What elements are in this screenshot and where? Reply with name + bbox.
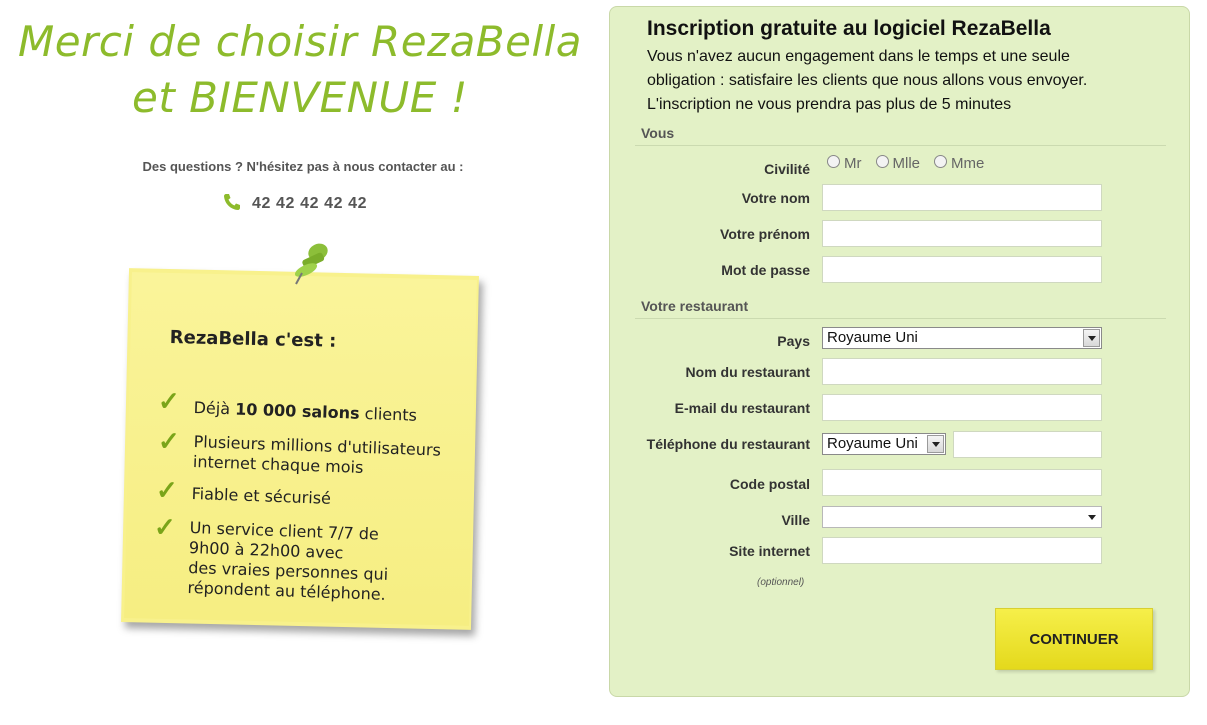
resto-email-label: E-mail du restaurant (674, 400, 810, 416)
civilite-radio-group: Mr Mlle Mme (827, 155, 984, 172)
continue-button[interactable]: CONTINUER (995, 608, 1153, 670)
phone-icon (222, 192, 242, 217)
section-vous: Vous (641, 125, 675, 141)
radio-mlle-label: Mlle (892, 155, 921, 172)
radio-mme[interactable]: Mme (934, 155, 984, 172)
postal-input[interactable] (822, 469, 1102, 496)
pays-select-value: Royaume Uni (827, 329, 918, 346)
radio-mr-label: Mr (844, 155, 862, 172)
chevron-down-icon (927, 435, 944, 453)
civilite-label: Civilité (764, 161, 810, 177)
check-icon: ✓ (158, 386, 180, 416)
note-item-1-pre: Déjà (193, 398, 236, 419)
radio-mr[interactable]: Mr (827, 155, 862, 172)
phone-country-select[interactable]: Royaume Uni (822, 433, 946, 455)
section-restaurant: Votre restaurant (641, 298, 749, 314)
password-input[interactable] (822, 256, 1102, 283)
radio-mlle[interactable]: Mlle (875, 155, 921, 172)
form-desc-line-2: obligation : satisfaire les clients que … (647, 72, 1088, 89)
section-divider (635, 318, 1166, 319)
welcome-line-2: et BIENVENUE ! (132, 73, 468, 122)
pushpin-icon (284, 240, 344, 295)
welcome-heading: Merci de choisir RezaBella et BIENVENUE … (0, 14, 600, 126)
password-label: Mot de passe (721, 262, 810, 278)
phone-country-value: Royaume Uni (827, 435, 918, 452)
site-label: Site internet (729, 543, 810, 559)
nom-input[interactable] (822, 184, 1102, 211)
phone-number: 42 42 42 42 42 (252, 195, 368, 212)
check-icon: ✓ (156, 475, 178, 505)
nom-label: Votre nom (741, 190, 810, 206)
form-desc-line-1: Vous n'avez aucun engagement dans le tem… (647, 48, 1070, 65)
form-title: Inscription gratuite au logiciel RezaBel… (647, 17, 1051, 40)
pays-select[interactable]: Royaume Uni (822, 327, 1102, 349)
note-title: RezaBella c'est : (169, 327, 337, 352)
section-divider (635, 145, 1166, 146)
phone-row: 42 42 42 42 42 (222, 192, 367, 216)
chevron-down-icon (1083, 329, 1100, 347)
check-icon: ✓ (158, 426, 180, 456)
note-item-1-post: clients (359, 403, 418, 425)
chevron-down-icon (1083, 508, 1100, 526)
resto-email-input[interactable] (822, 394, 1102, 421)
note-item-4: Un service client 7/7 de 9h00 à 22h00 av… (187, 518, 390, 605)
postal-label: Code postal (729, 476, 810, 492)
welcome-line-1: Merci de choisir RezaBella (17, 17, 583, 66)
note-item-1-bold: 10 000 salons (234, 399, 360, 423)
ville-label: Ville (781, 512, 810, 528)
note-item-2: Plusieurs millions d'utilisateurs intern… (193, 432, 442, 481)
optional-note: (optionnel) (757, 577, 805, 588)
resto-phone-label: Téléphone du restaurant (646, 436, 810, 452)
resto-phone-input[interactable] (953, 431, 1102, 458)
form-description: Vous n'avez aucun engagement dans le tem… (647, 45, 1167, 117)
ville-select[interactable] (822, 506, 1102, 528)
radio-mme-label: Mme (951, 155, 985, 172)
pays-label: Pays (777, 333, 810, 349)
prenom-input[interactable] (822, 220, 1102, 247)
site-input[interactable] (822, 537, 1102, 564)
resto-name-label: Nom du restaurant (685, 364, 810, 380)
form-desc-line-3: L'inscription ne vous prendra pas plus d… (647, 96, 1012, 113)
check-icon: ✓ (154, 512, 176, 542)
prenom-label: Votre prénom (720, 226, 810, 242)
resto-name-input[interactable] (822, 358, 1102, 385)
contact-text: Des questions ? N'hésitez pas à nous con… (142, 159, 464, 174)
